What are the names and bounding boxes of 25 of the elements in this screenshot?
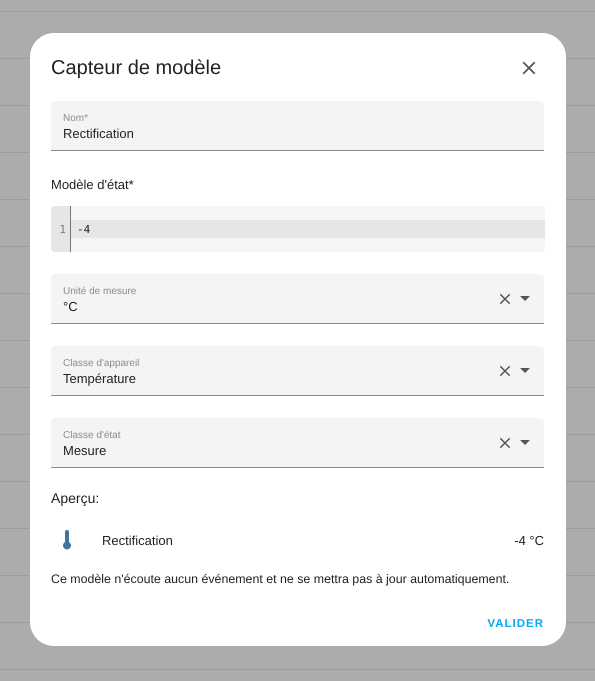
field-value: Température (63, 370, 136, 388)
code-editor[interactable]: 1 -4 (51, 206, 545, 252)
preview-label: Aperçu: (51, 490, 100, 506)
select-field[interactable]: Unité de mesure °C (51, 274, 544, 324)
line-number: 1 (59, 222, 67, 236)
dialog-title: Capteur de modèle (51, 56, 222, 80)
template-label: Modèle d'état* (51, 177, 134, 192)
field-value: Rectification (63, 124, 134, 142)
dropdown-caret-icon[interactable] (520, 368, 530, 373)
field-label: Unité de mesure (63, 286, 136, 298)
name-field[interactable]: Nom* Rectification (51, 101, 544, 151)
entity-state: -4 °C (514, 532, 544, 548)
thermometer-icon (62, 530, 72, 550)
field-value: Mesure (63, 442, 106, 460)
dropdown-caret-icon[interactable] (520, 296, 530, 301)
code-line: -4 (77, 222, 90, 236)
info-text: Ce modèle n'écoute aucun événement et ne se mettra pas à jour automatiquement. (51, 572, 510, 586)
field-label: Classe d'appareil (63, 358, 140, 370)
dropdown-caret-icon[interactable] (520, 440, 530, 445)
field-value: °C (63, 298, 78, 316)
field-label: Nom* (63, 112, 88, 124)
entity-name: Rectification (102, 532, 174, 548)
select-field[interactable]: Classe d'état Mesure (51, 418, 544, 468)
field-label: Classe d'état (63, 430, 120, 442)
select-field[interactable]: Classe d'appareil Température (51, 346, 544, 396)
